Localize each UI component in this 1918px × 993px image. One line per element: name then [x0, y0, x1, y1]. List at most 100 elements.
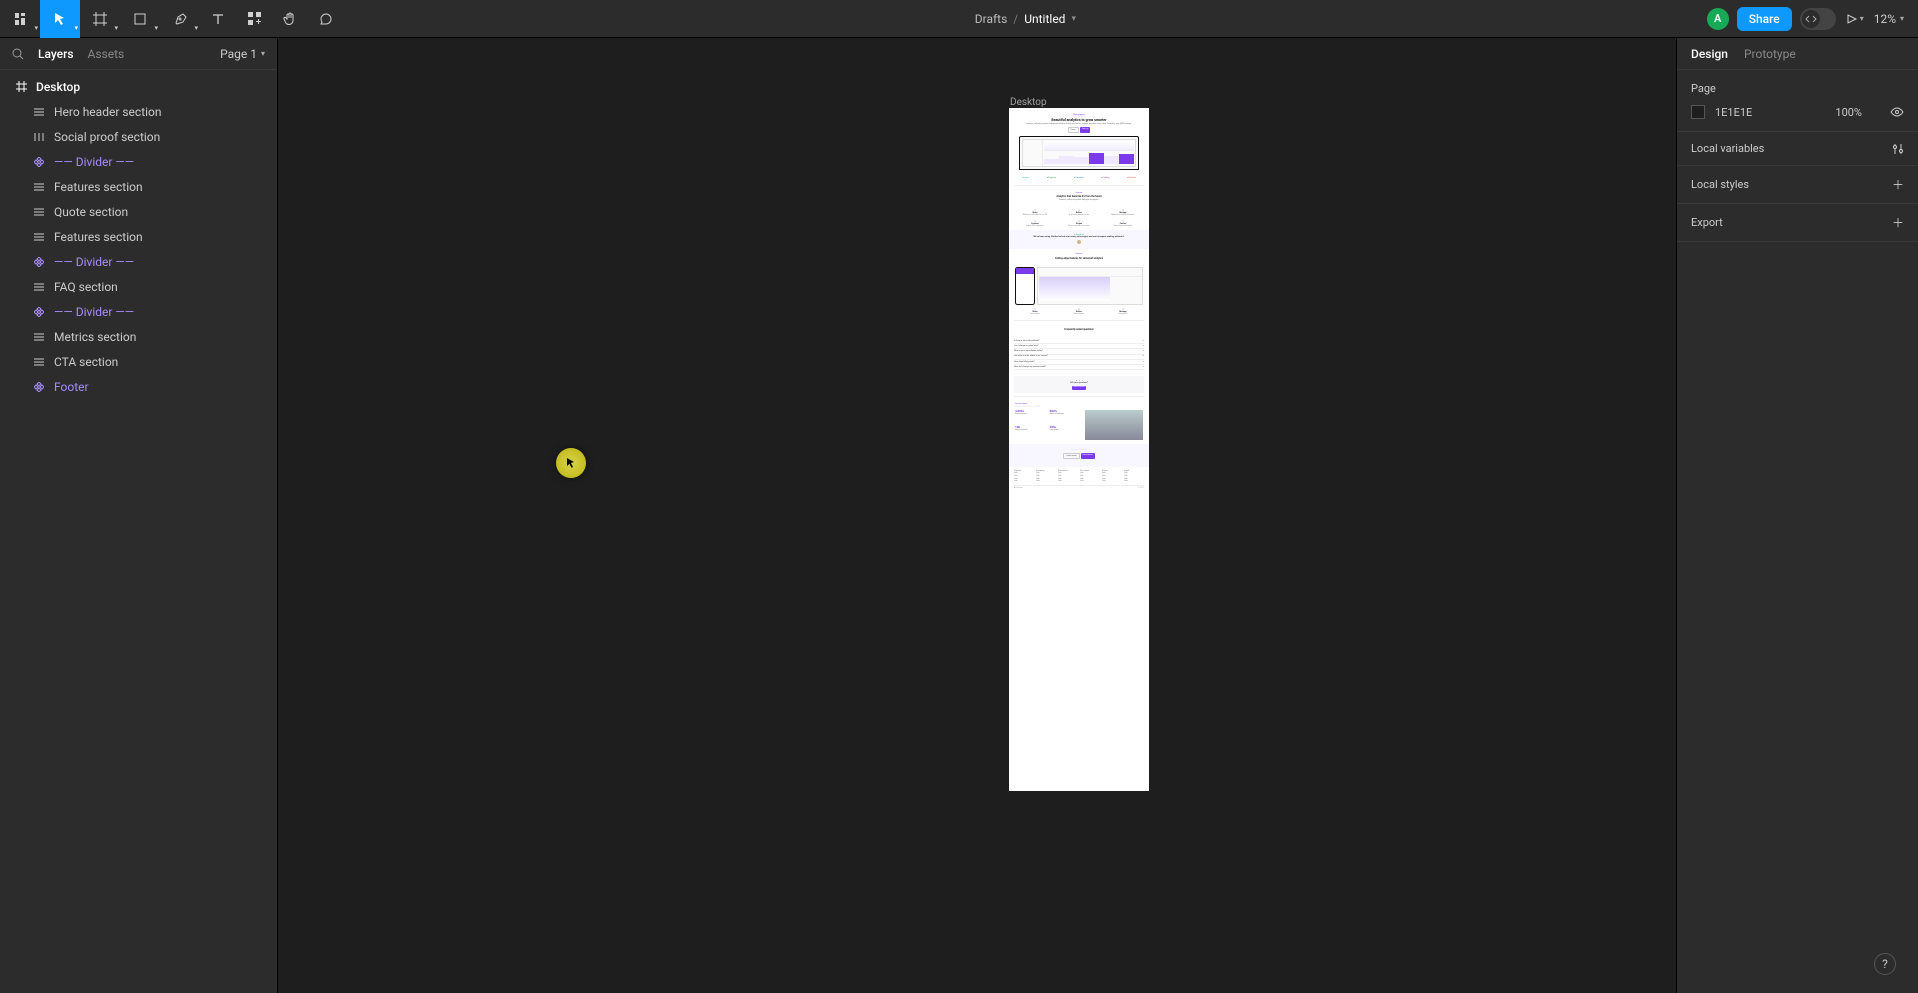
comment-tool-button[interactable] — [308, 0, 344, 38]
page-section-title: Page — [1691, 82, 1904, 95]
chevron-down-icon[interactable]: ▾ — [1071, 14, 1076, 24]
design-frame-desktop[interactable]: New feature Beautiful analytics to grow … — [1009, 108, 1149, 791]
layer-row[interactable]: Social proof section — [0, 124, 277, 149]
page-selector[interactable]: Page 1 ▾ — [220, 47, 265, 61]
page-color-swatch[interactable] — [1691, 105, 1705, 119]
local-styles-label: Local styles — [1691, 178, 1749, 191]
features2-tag: Features — [1015, 253, 1143, 255]
layer-type-icon — [32, 257, 46, 267]
layer-type-icon — [32, 132, 46, 142]
breadcrumb-drafts[interactable]: Drafts — [975, 12, 1008, 26]
cta-heading: Start your free trial — [1014, 449, 1144, 452]
plus-icon[interactable]: ＋ — [1892, 214, 1904, 231]
layers-tab[interactable]: Layers — [38, 47, 74, 61]
layer-type-icon — [32, 182, 46, 192]
layer-type-icon — [32, 357, 46, 367]
main-menu-button[interactable]: ▾ — [0, 0, 40, 38]
features2-heading: Cutting-edge features for advanced analy… — [1015, 257, 1143, 260]
text-tool-button[interactable] — [200, 0, 236, 38]
layer-name: Hero header section — [54, 105, 162, 119]
layer-name: —— Divider —— — [54, 305, 134, 319]
move-tool-button[interactable]: ▾ — [40, 0, 80, 38]
layer-row[interactable]: CTA section — [0, 349, 277, 374]
layer-frame-desktop[interactable]: Desktop — [0, 74, 277, 99]
layer-row[interactable]: —— Divider —— — [0, 249, 277, 274]
hero-device-mockup — [1019, 136, 1139, 170]
layer-row[interactable]: FAQ section — [0, 274, 277, 299]
right-panel: Design Prototype Page 1E1E1E 100% Local … — [1676, 38, 1918, 993]
file-title[interactable]: Drafts / Untitled ▾ — [344, 12, 1707, 26]
frame-tool-button[interactable]: ▾ — [80, 0, 120, 38]
layer-type-icon — [32, 307, 46, 317]
layer-type-icon — [32, 382, 46, 392]
dashboard-mockup — [1037, 267, 1143, 305]
user-avatar[interactable]: A — [1707, 8, 1729, 30]
layer-row[interactable]: Hero header section — [0, 99, 277, 124]
eye-icon[interactable] — [1890, 107, 1904, 117]
layer-row[interactable]: Footer — [0, 374, 277, 399]
prototype-tab[interactable]: Prototype — [1744, 47, 1796, 61]
layer-row[interactable]: Metrics section — [0, 324, 277, 349]
page-opacity[interactable]: 100% — [1835, 106, 1862, 119]
code-icon — [1802, 10, 1820, 28]
layer-type-icon — [32, 207, 46, 217]
chevron-down-icon: ▾ — [154, 24, 158, 32]
layer-type-icon — [32, 282, 46, 292]
frame-icon — [14, 81, 28, 92]
layer-type-icon — [32, 157, 46, 167]
zoom-control[interactable]: 12% ▾ — [1874, 12, 1904, 26]
hero-pill: New feature — [1072, 114, 1087, 117]
resources-tool-button[interactable] — [236, 0, 272, 38]
layer-row[interactable]: —— Divider —— — [0, 149, 277, 174]
social-proof-logos: ●Layers ●Sisyphus ●Circooles ●Catalog ●Q… — [1009, 174, 1149, 183]
still-questions: Still have questions? — [1017, 382, 1141, 385]
layer-row[interactable]: Features section — [0, 224, 277, 249]
file-name[interactable]: Untitled — [1024, 12, 1065, 26]
layer-type-icon — [32, 232, 46, 242]
canvas[interactable]: Desktop New feature Beautiful analytics … — [278, 38, 1676, 993]
cursor-indicator — [556, 448, 586, 478]
features-heading: Analytics that feels like it's from the … — [1015, 195, 1143, 198]
signup-button: Sign up — [1080, 127, 1091, 133]
faq-heading: Frequently asked questions — [1015, 328, 1143, 331]
layers-tree: Desktop Hero header section Social proof … — [0, 70, 277, 993]
plus-icon[interactable]: ＋ — [1892, 176, 1904, 193]
demo-button: Demo — [1068, 127, 1079, 133]
features-tag: Features — [1015, 192, 1143, 194]
hand-tool-button[interactable] — [272, 0, 308, 38]
shape-tool-button[interactable]: ▾ — [120, 0, 160, 38]
share-button[interactable]: Share — [1737, 7, 1792, 31]
assets-tab[interactable]: Assets — [88, 47, 125, 61]
design-tab[interactable]: Design — [1691, 47, 1728, 61]
layer-row[interactable]: Features section — [0, 174, 277, 199]
search-icon[interactable] — [12, 48, 24, 60]
left-panel: Layers Assets Page 1 ▾ Desktop Hero head… — [0, 38, 278, 993]
hero-subtext: Powerful, self-serve product and growth … — [1015, 123, 1143, 125]
chevron-down-icon: ▾ — [34, 24, 38, 32]
export-label: Export — [1691, 216, 1723, 229]
layer-name: Footer — [54, 380, 89, 394]
layer-type-icon — [32, 332, 46, 342]
layer-row[interactable]: —— Divider —— — [0, 299, 277, 324]
layer-name: CTA section — [54, 355, 118, 369]
phone-mockup — [1015, 267, 1035, 305]
quote-text: We've been using Untitled to kick start … — [1013, 236, 1145, 239]
metrics-heading: Build something great — [1015, 405, 1143, 408]
local-variables-label: Local variables — [1691, 142, 1764, 155]
chevron-down-icon: ▾ — [1900, 14, 1904, 23]
metrics-image — [1085, 410, 1143, 440]
frame-label[interactable]: Desktop — [1010, 97, 1047, 108]
layer-name: Social proof section — [54, 130, 160, 144]
layer-row[interactable]: Quote section — [0, 199, 277, 224]
sliders-icon[interactable] — [1892, 143, 1904, 155]
layer-name: Metrics section — [54, 330, 136, 344]
quote-avatar — [1077, 240, 1081, 244]
layer-type-icon — [32, 107, 46, 117]
layer-name: FAQ section — [54, 280, 118, 294]
help-button[interactable]: ? — [1874, 953, 1896, 975]
layer-name: Quote section — [54, 205, 128, 219]
pen-tool-button[interactable]: ▾ — [160, 0, 200, 38]
page-color-value[interactable]: 1E1E1E — [1715, 106, 1752, 119]
dev-mode-toggle[interactable] — [1800, 8, 1836, 30]
present-button[interactable]: ▾ — [1844, 0, 1866, 38]
